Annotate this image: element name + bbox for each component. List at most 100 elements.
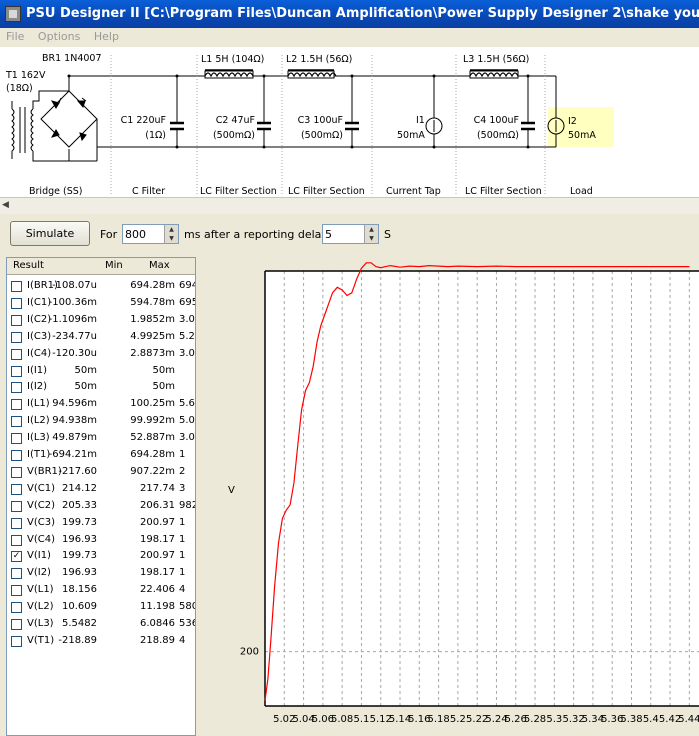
result-max: 50m <box>152 381 175 393</box>
result-name: V(C1) <box>27 482 55 494</box>
capacitor-c3-symbol[interactable] <box>345 76 359 147</box>
duration-input[interactable] <box>125 227 161 241</box>
menu-help[interactable]: Help <box>88 28 123 43</box>
result-min: 196.93 <box>62 533 97 545</box>
result-checkbox[interactable] <box>11 619 22 630</box>
transformer-symbol[interactable] <box>11 90 70 162</box>
result-name: V(L2) <box>27 601 54 613</box>
result-min: -108.07u <box>52 280 97 291</box>
result-checkbox[interactable] <box>11 399 22 411</box>
table-row[interactable]: I(I2) 50m 50m <box>7 379 195 396</box>
schematic-panel[interactable]: T1 162V (18Ω) BR1 1N4007 L1 5H (104Ω) L2… <box>0 47 699 197</box>
result-checkbox[interactable] <box>11 466 22 478</box>
result-extra: 4 <box>179 634 186 646</box>
capacitor-c1-symbol[interactable] <box>170 76 184 147</box>
result-checkbox[interactable] <box>11 568 22 580</box>
scroll-left-arrow-icon[interactable]: ◀ <box>2 200 14 212</box>
table-row[interactable]: V(L2) 10.609 11.198 580 <box>7 599 195 616</box>
result-checkbox[interactable] <box>11 450 22 461</box>
result-min: 214.12 <box>62 482 97 494</box>
result-checkbox[interactable] <box>11 602 22 614</box>
result-checkbox[interactable] <box>11 314 22 326</box>
section-bridge: Bridge (SS) <box>29 186 82 197</box>
menu-options[interactable]: Options <box>32 28 84 43</box>
result-max: 50m <box>152 364 175 376</box>
menu-file[interactable]: File <box>0 28 28 43</box>
result-checkbox[interactable] <box>11 281 22 292</box>
result-min: 196.93 <box>62 567 97 579</box>
result-checkbox[interactable] <box>11 500 22 512</box>
table-row[interactable]: I(T1) -694.21m 694.28m 1 <box>7 447 195 464</box>
column-header-min[interactable]: Min <box>105 260 123 271</box>
table-row[interactable]: V(BR1) -217.60 907.22m 2 <box>7 464 195 481</box>
table-row[interactable]: V(I2) 196.93 198.17 1 <box>7 565 195 582</box>
result-checkbox[interactable] <box>11 348 22 360</box>
table-row[interactable]: V(C3) 199.73 200.97 1 <box>7 515 195 532</box>
table-row[interactable]: I(C3) -234.77u 4.9925m 5.2 <box>7 329 195 346</box>
result-checkbox[interactable] <box>11 297 22 309</box>
result-checkbox[interactable] <box>11 483 22 495</box>
result-name: I(I1) <box>27 364 48 376</box>
table-row[interactable]: I(L1) 94.596m 100.25m 5.6 <box>7 396 195 413</box>
result-checkbox[interactable] <box>11 635 22 647</box>
table-row[interactable]: V(C1) 214.12 217.74 3 <box>7 481 195 498</box>
result-checkbox[interactable] <box>11 331 22 343</box>
table-row[interactable]: I(C2) -1.1096m 1.9852m 3.0 <box>7 312 195 329</box>
delay-down-icon[interactable]: ▼ <box>364 234 378 243</box>
table-row[interactable]: I(L3) 49.879m 52.887m 3.0 <box>7 430 195 447</box>
inductor-l1-symbol[interactable] <box>204 69 254 79</box>
table-row[interactable]: V(C4) 196.93 198.17 1 <box>7 532 195 549</box>
voltage-plot[interactable]: 2005.025.045.065.08 5.1 5.125.145.165.18 5.… <box>198 257 699 736</box>
result-max: 200.97 <box>140 550 175 562</box>
table-row[interactable]: V(C2) 205.33 206.31 982 <box>7 498 195 515</box>
table-row[interactable]: V(L3) 5.5482 6.0846 536 <box>7 616 195 633</box>
result-checkbox[interactable] <box>11 534 22 546</box>
result-name: V(C3) <box>27 516 55 528</box>
rectifier-label: BR1 1N4007 <box>42 53 102 64</box>
for-label: For <box>100 228 118 241</box>
inductor-l2-symbol[interactable] <box>287 69 337 79</box>
delay-spinbox[interactable]: ▲ ▼ <box>322 224 379 244</box>
delay-up-icon[interactable]: ▲ <box>364 225 378 234</box>
duration-up-icon[interactable]: ▲ <box>164 225 178 234</box>
simulate-button[interactable]: Simulate <box>10 221 90 246</box>
result-checkbox[interactable] <box>11 365 22 377</box>
results-list[interactable]: Result Min Max I(BR1)-108.07u694.28m694I… <box>6 257 196 736</box>
table-row[interactable]: I(L2) 94.938m 99.992m 5.0 <box>7 413 195 430</box>
result-name: V(T1) <box>27 634 55 646</box>
result-min: -694.21m <box>48 449 97 460</box>
result-checkbox[interactable] <box>11 416 22 428</box>
inductor-l3-symbol[interactable] <box>469 69 519 79</box>
result-checkbox[interactable] <box>11 517 22 529</box>
capacitor-c4-esr: (500mΩ) <box>477 130 519 141</box>
table-row[interactable]: V(L1) 18.156 22.406 4 <box>7 582 195 599</box>
duration-spinbox[interactable]: ▲ ▼ <box>122 224 179 244</box>
result-checkbox[interactable] <box>11 433 22 445</box>
result-name: I(C4) <box>27 347 52 359</box>
result-name: V(L1) <box>27 584 54 596</box>
table-row[interactable]: ✓ V(I1) 199.73 200.97 1 <box>7 548 195 565</box>
column-header-result[interactable]: Result <box>13 260 44 271</box>
result-checkbox[interactable] <box>11 585 22 597</box>
table-row[interactable]: V(T1) -218.89 218.89 4 <box>7 633 195 650</box>
result-checkbox[interactable]: ✓ <box>11 551 22 563</box>
result-checkbox[interactable] <box>11 382 22 394</box>
result-name: V(I1) <box>27 550 51 562</box>
result-extra: 1 <box>179 449 186 460</box>
result-extra: 695 <box>179 296 195 308</box>
result-max: 11.198 <box>140 601 175 613</box>
table-row[interactable]: I(C1)-100.36m 594.78m 695 <box>7 295 195 312</box>
app-icon[interactable] <box>5 6 21 22</box>
schematic-scrollbar[interactable]: ◀ <box>0 197 699 214</box>
current-source-i1-symbol[interactable] <box>425 76 443 147</box>
circuit-diagram: T1 162V (18Ω) BR1 1N4007 L1 5H (104Ω) L2… <box>5 53 614 197</box>
table-row[interactable]: I(BR1)-108.07u694.28m694 <box>7 278 195 295</box>
column-header-max[interactable]: Max <box>149 260 170 271</box>
capacitor-c4-symbol[interactable] <box>521 76 535 147</box>
duration-down-icon[interactable]: ▼ <box>164 234 178 243</box>
table-row[interactable]: I(I1) 50m 50m <box>7 363 195 380</box>
capacitor-c2-symbol[interactable] <box>257 76 271 147</box>
table-row[interactable]: I(C4) -120.30u 2.8873m 3.0 <box>7 346 195 363</box>
delay-input[interactable] <box>325 227 361 241</box>
x-tick-label: 5.44 <box>678 714 699 725</box>
